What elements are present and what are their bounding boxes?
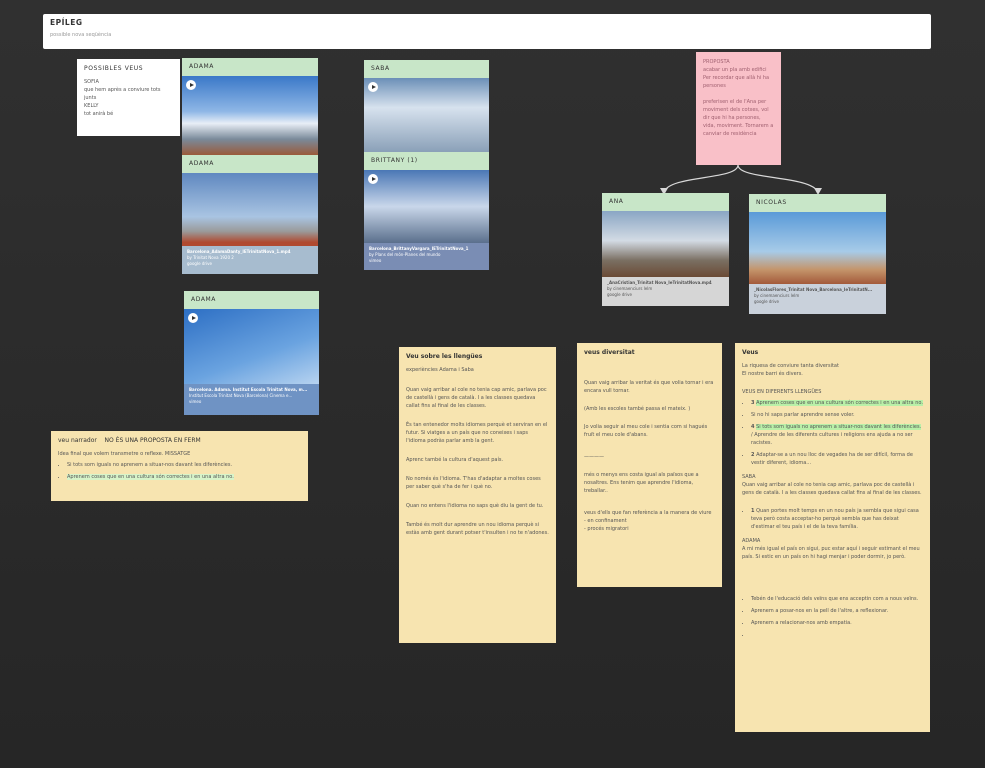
note-line: dir que hi ha persones, xyxy=(703,115,761,121)
note-label: SABA xyxy=(742,474,756,480)
card-footer: Barcelona_BrittanyVargara_IETrinitatNova… xyxy=(364,243,489,270)
note-line: El nostre barri és divers. xyxy=(742,371,803,377)
list-item: Aprenem a relacionar-nos amb empatia. xyxy=(751,619,923,627)
note-paragraph: Jo volia seguir al meu cole i sentia com… xyxy=(584,424,708,438)
note-section: VEUS EN DIFERENTS LLENGÜES xyxy=(742,389,822,395)
list-item: 2 Adaptar-se a un nou lloc de vegades ha… xyxy=(751,451,923,467)
note-title: veus diversitat xyxy=(584,349,635,356)
video-card-adama[interactable]: ADAMA Barcelona_AdamaDanty_IETrinitatNov… xyxy=(182,155,318,274)
note-paragraph: No només és l'idioma. T'has d'adaptar a … xyxy=(406,476,541,490)
board-header: EPÍLEG possible nova seqüència xyxy=(43,14,931,49)
video-thumbnail[interactable] xyxy=(364,78,489,152)
video-card-nicolas[interactable]: NICOLAS _NicolasFlores_Trinitat Nova_Bar… xyxy=(749,194,886,314)
video-card-ana[interactable]: ANA _AnaCristian_Trinitat Nova_IeTrinita… xyxy=(602,193,729,306)
video-thumbnail[interactable] xyxy=(364,170,489,243)
note-label: ADAMA xyxy=(742,538,761,544)
note-line: - procés migratori xyxy=(584,526,629,532)
note-line: La riquesa de conviure tanta diversitat xyxy=(742,363,839,369)
possibles-veus-note[interactable]: POSSIBLES VEUS SOFIA que hem après a con… xyxy=(77,59,180,136)
list-item: Tebén de l'educació dels veïns que ens a… xyxy=(751,595,923,603)
video-thumbnail[interactable] xyxy=(749,212,886,284)
note-line: preferisen el de l'Ana per xyxy=(703,99,767,105)
note-line: - en confinament xyxy=(584,518,627,524)
file-source: google drive xyxy=(754,299,779,304)
note-paragraph: És tan entenedor molts idiomes perquè et… xyxy=(406,422,548,444)
note-paragraph: veus d'ells que fan referència a la mane… xyxy=(584,510,712,516)
note-paragraph: (Amb les escoles també passa el mateix. … xyxy=(584,406,691,412)
play-icon[interactable] xyxy=(368,174,378,184)
note-line: que hem après a conviure tots xyxy=(84,87,161,93)
card-title: ADAMA xyxy=(182,58,318,76)
note-line: SOFIA xyxy=(84,79,99,85)
file-source: vimeo xyxy=(369,258,382,263)
note-paragraph: Quan no entens l'idioma no saps què diu … xyxy=(406,503,544,509)
note-title: POSSIBLES VEUS xyxy=(84,65,144,72)
card-footer: _AnaCristian_Trinitat Nova_IeTrinitatNov… xyxy=(602,277,729,306)
list-item: 1 Quan portes molt temps en un nou país … xyxy=(751,507,923,531)
note-line: PROPOSTA xyxy=(703,59,730,65)
note-line: vida, moviment. Tornarem a xyxy=(703,123,774,129)
video-thumbnail[interactable] xyxy=(184,309,319,384)
note-subtitle: Idea final que volem transmetre o reflex… xyxy=(58,451,191,457)
video-thumbnail[interactable] xyxy=(602,211,729,277)
llengues-note[interactable]: Veu sobre les llengües experiències Adam… xyxy=(399,347,556,643)
list-item: Si tots som iguals no aprenem a situar-n… xyxy=(67,461,301,469)
note-paragraph: Aprenc també la cultura d'aquest país. xyxy=(406,457,504,463)
list-item: Si no hi saps parlar aprendre sense vole… xyxy=(751,411,923,419)
play-icon[interactable] xyxy=(188,313,198,323)
note-line: persones xyxy=(703,83,726,89)
note-line: acabar un pla amb edifici xyxy=(703,67,767,73)
card-title: ADAMA xyxy=(184,291,319,309)
note-line: junts xyxy=(84,95,97,101)
note-divider: ———— xyxy=(584,454,604,460)
note-title: Veu sobre les llengües xyxy=(406,353,483,360)
video-card-adama[interactable]: ADAMA Barcelona. Adama. Institut Escola … xyxy=(184,291,319,415)
file-source: google drive xyxy=(187,261,212,266)
board-title: EPÍLEG xyxy=(50,18,83,27)
card-footer: Barcelona_AdamaDanty_IETrinitatNova_1.mp… xyxy=(182,246,318,274)
board-subtitle: possible nova seqüència xyxy=(50,32,112,38)
video-card-adama[interactable]: ADAMA xyxy=(182,58,318,155)
play-icon[interactable] xyxy=(186,80,196,90)
note-paragraph: Quan vaig arribar al cole no tenia cap a… xyxy=(742,482,922,496)
note-subtitle: experiències Adama i Saba xyxy=(406,367,474,373)
note-line: Per recordar que allà hi ha xyxy=(703,75,770,81)
list-item: 3 Aprenem coses que en una cultura són c… xyxy=(751,399,923,407)
play-icon[interactable] xyxy=(368,82,378,92)
video-card-saba[interactable]: SABA xyxy=(364,60,489,152)
card-title: SABA xyxy=(364,60,489,78)
note-label: veu narrador xyxy=(58,437,97,444)
note-paragraph: més o menys ens costa igual als països q… xyxy=(584,472,699,494)
note-paragraph: També és molt dur aprendre un nou idioma… xyxy=(406,522,549,536)
note-paragraph: A mi més igual el país on sigui, puc est… xyxy=(742,546,920,560)
card-footer: _NicolasFlores_Trinitat Nova_Barcelona_I… xyxy=(749,284,886,314)
note-line: canviar de residència xyxy=(703,131,757,137)
note-title: NO ÉS UNA PROPOSTA EN FERM xyxy=(104,437,201,444)
card-title: ADAMA xyxy=(182,155,318,173)
veus-note[interactable]: Veus La riquesa de conviure tanta divers… xyxy=(735,343,930,732)
note-paragraph: Quan vaig arribar la veritat és que voli… xyxy=(584,380,714,394)
note-title: Veus xyxy=(742,349,759,356)
list-item[interactable] xyxy=(751,631,923,639)
file-source: google drive xyxy=(607,292,632,297)
narrador-note[interactable]: veu narrador NO ÉS UNA PROPOSTA EN FERM … xyxy=(51,431,308,501)
file-source: vimeo xyxy=(189,399,202,404)
note-line: tot anirà bé xyxy=(84,111,114,117)
video-card-brittany[interactable]: BRITTANY (1) Barcelona_BrittanyVargara_I… xyxy=(364,152,489,270)
card-title: NICOLAS xyxy=(749,194,886,212)
diversitat-note[interactable]: veus diversitat Quan vaig arribar la ver… xyxy=(577,343,722,587)
list-item: Aprenem a posar-nos en la pell de l'altr… xyxy=(751,607,923,615)
list-item: 4 Si tots som iguals no aprenem a situar… xyxy=(751,423,923,447)
card-title: BRITTANY (1) xyxy=(364,152,489,170)
video-thumbnail[interactable] xyxy=(182,76,318,155)
card-footer: Barcelona. Adama. Institut Escola Trinit… xyxy=(184,384,319,415)
video-thumbnail[interactable] xyxy=(182,173,318,246)
card-title: ANA xyxy=(602,193,729,211)
note-paragraph: Quan vaig arribar al cole no tenia cap a… xyxy=(406,387,547,409)
list-item: Aprenem coses que en una cultura són cor… xyxy=(67,473,301,481)
proposta-note[interactable]: PROPOSTA acabar un pla amb edifici Per r… xyxy=(696,52,781,165)
note-line: KELLY xyxy=(84,103,99,109)
note-line: moviment dels cotxes, vol xyxy=(703,107,769,113)
